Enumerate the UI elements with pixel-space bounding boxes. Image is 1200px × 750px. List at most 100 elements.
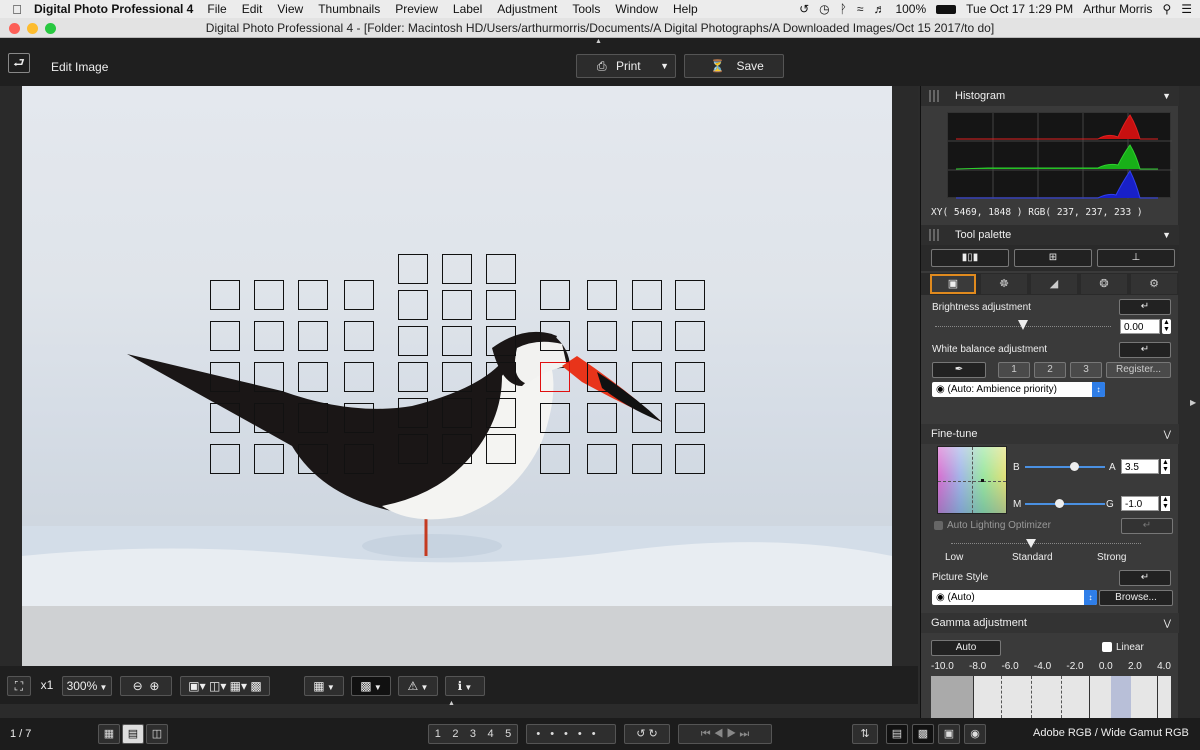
info-button[interactable]: ℹ ▼ xyxy=(445,676,485,696)
apple-icon[interactable]:  xyxy=(0,2,34,17)
wb-register-button[interactable]: Register... xyxy=(1106,362,1171,378)
spotlight-icon[interactable]: ⚲ xyxy=(1162,2,1171,16)
af-point[interactable] xyxy=(210,403,240,433)
highlight-warning-button[interactable]: ⚠ ▼ xyxy=(398,676,438,696)
screen-compare-button[interactable]: ▤ xyxy=(886,724,908,744)
wifi-icon[interactable]: ≈ xyxy=(857,2,864,16)
af-point[interactable] xyxy=(254,280,284,310)
volume-icon[interactable]: ♬ xyxy=(873,2,885,16)
af-point[interactable] xyxy=(632,321,662,351)
af-point[interactable] xyxy=(344,321,374,351)
fit-screen-button[interactable]: ⛶ xyxy=(7,676,31,696)
compare-tool-button[interactable]: ▮▯▮ xyxy=(931,249,1009,267)
wb-preset-1-button[interactable]: 1 xyxy=(998,362,1030,378)
af-point[interactable] xyxy=(298,321,328,351)
time-machine-icon[interactable]: ◷ xyxy=(819,2,829,16)
gamma-graph[interactable] xyxy=(931,676,1171,718)
battery-icon[interactable] xyxy=(936,4,957,14)
browse-button[interactable]: Browse... xyxy=(1099,590,1173,606)
tab-curve-adjustment[interactable]: ◢ xyxy=(1031,274,1077,294)
menu-window[interactable]: Window xyxy=(615,2,658,16)
gamma-header[interactable]: Gamma adjustment ⋁ xyxy=(921,613,1179,633)
a-stepper[interactable]: ▲ ▼ xyxy=(1161,459,1170,474)
af-point[interactable] xyxy=(210,362,240,392)
af-point[interactable] xyxy=(344,403,374,433)
filmstrip-toggle-icon[interactable]: ▲ xyxy=(448,700,455,707)
rotate-right-icon[interactable]: ↻ xyxy=(649,728,658,740)
af-point[interactable] xyxy=(254,444,284,474)
brightness-stepper[interactable]: ▲ ▼ xyxy=(1162,319,1171,334)
minimize-window-button[interactable] xyxy=(27,23,38,34)
af-points-button[interactable]: ▩ ▼ xyxy=(351,676,391,696)
menu-app-name[interactable]: Digital Photo Professional 4 xyxy=(34,2,193,16)
navigation-buttons[interactable]: ⏮ ◀ ▶ ⏭ xyxy=(678,724,772,744)
wb-preset-2-button[interactable]: 2 xyxy=(1034,362,1066,378)
camera-button[interactable]: ◉ xyxy=(964,724,986,744)
linear-checkbox[interactable] xyxy=(1102,642,1112,652)
af-point[interactable] xyxy=(210,280,240,310)
grid-button[interactable]: ▦ ▼ xyxy=(304,676,344,696)
back-button[interactable]: ⮐ xyxy=(8,53,30,73)
af-point[interactable] xyxy=(587,403,617,433)
notification-center-icon[interactable]: ☰ xyxy=(1181,2,1192,16)
af-point[interactable] xyxy=(540,444,570,474)
af-point[interactable] xyxy=(344,280,374,310)
zoom-in-icon[interactable]: ⊕ xyxy=(149,679,159,693)
color-grid-point[interactable] xyxy=(981,479,984,482)
zoom-x1-button[interactable]: x1 xyxy=(35,676,59,696)
af-point[interactable] xyxy=(587,321,617,351)
clock[interactable]: Tue Oct 17 1:29 PM xyxy=(966,2,1073,16)
af-point[interactable] xyxy=(587,280,617,310)
brightness-slider-knob[interactable] xyxy=(1018,320,1028,330)
af-point[interactable] xyxy=(298,280,328,310)
stamp-tool-button[interactable]: ⊥ xyxy=(1097,249,1175,267)
af-point[interactable] xyxy=(398,434,428,464)
collapse-toolbar-icon[interactable]: ▲ xyxy=(595,38,602,45)
ba-slider-knob[interactable] xyxy=(1070,462,1079,471)
crop-tool-button[interactable]: ⊞ xyxy=(1014,249,1092,267)
zoom-out-icon[interactable]: ⊖ xyxy=(133,679,143,693)
eyedropper-button[interactable]: ✒ xyxy=(932,362,986,378)
menu-tools[interactable]: Tools xyxy=(572,2,600,16)
filmstrip-view-button[interactable]: ◫ xyxy=(146,724,168,744)
af-point[interactable] xyxy=(398,326,428,356)
label-buttons[interactable]: ••••• xyxy=(526,724,616,744)
af-point[interactable] xyxy=(675,280,705,310)
rotate-left-icon[interactable]: ↺ xyxy=(636,728,645,740)
af-point[interactable] xyxy=(540,403,570,433)
af-point[interactable] xyxy=(675,444,705,474)
user-name[interactable]: Arthur Morris xyxy=(1083,2,1152,16)
chevron-down-icon[interactable]: ▼ xyxy=(660,55,669,77)
wb-preset-3-button[interactable]: 3 xyxy=(1070,362,1102,378)
rating-2[interactable]: 2 xyxy=(452,725,458,743)
af-point[interactable] xyxy=(540,280,570,310)
menu-file[interactable]: File xyxy=(207,2,226,16)
brightness-reset-button[interactable]: ↵ xyxy=(1119,299,1171,315)
menu-help[interactable]: Help xyxy=(673,2,698,16)
af-point[interactable] xyxy=(298,362,328,392)
af-point[interactable] xyxy=(442,254,472,284)
af-point[interactable] xyxy=(442,290,472,320)
af-point[interactable] xyxy=(442,326,472,356)
alo-slider-knob[interactable] xyxy=(1026,539,1036,548)
af-point[interactable] xyxy=(632,444,662,474)
image-edit-button[interactable]: ▩ xyxy=(912,724,934,744)
sync-icon[interactable]: ↺ xyxy=(799,2,809,16)
af-point[interactable] xyxy=(398,254,428,284)
g-value-input[interactable]: -1.0 xyxy=(1121,496,1159,511)
finetune-header[interactable]: Fine-tune ⋁ xyxy=(921,424,1179,444)
brightness-value-input[interactable]: 0.00 xyxy=(1120,319,1160,334)
alo-checkbox[interactable] xyxy=(934,521,943,530)
preview-image[interactable] xyxy=(22,86,892,666)
af-point[interactable] xyxy=(442,434,472,464)
af-point[interactable] xyxy=(210,444,240,474)
af-point[interactable] xyxy=(254,362,284,392)
histogram-header[interactable]: Histogram ▼ xyxy=(921,86,1179,106)
af-point[interactable] xyxy=(632,362,662,392)
picture-style-select[interactable]: ◉ (Auto) ↕ xyxy=(932,590,1097,605)
af-point[interactable] xyxy=(587,444,617,474)
color-grid[interactable] xyxy=(937,446,1007,514)
af-point[interactable] xyxy=(398,362,428,392)
af-point[interactable] xyxy=(298,403,328,433)
af-display-buttons[interactable]: ▣▾ ◫▾ ▦▾ ▩ xyxy=(180,676,270,696)
